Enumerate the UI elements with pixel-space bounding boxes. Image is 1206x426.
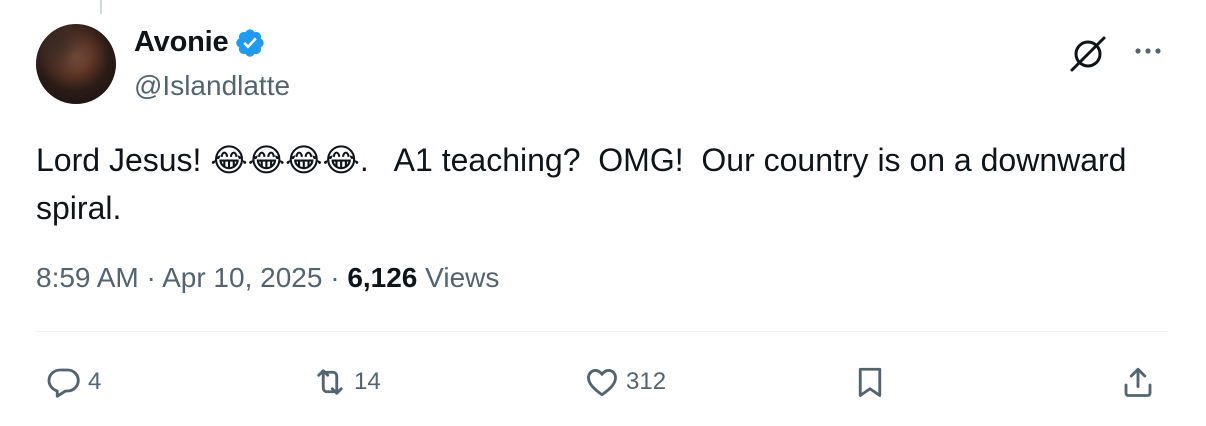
author-name-row: Avonie: [134, 26, 266, 59]
author-handle[interactable]: @Islandlatte: [134, 70, 290, 102]
reply-count: 4: [88, 368, 102, 395]
divider: [36, 331, 1168, 332]
thread-connector-line: [100, 0, 102, 14]
tweet-text: Lord Jesus! 😂😂😂😂. A1 teaching? OMG! Our …: [36, 142, 1136, 226]
tweet-meta: 8:59 AM · Apr 10, 2025 · 6,126 Views: [36, 262, 499, 294]
views-count[interactable]: 6,126: [347, 262, 417, 293]
reply-button[interactable]: 4: [46, 362, 101, 402]
verified-badge-icon: [236, 28, 265, 57]
repost-button[interactable]: 14: [312, 362, 381, 402]
meta-separator: ·: [322, 262, 348, 293]
more-icon[interactable]: [1128, 36, 1168, 66]
repost-count: 14: [354, 368, 381, 395]
like-button[interactable]: 312: [584, 362, 666, 402]
bookmark-icon: [858, 367, 882, 397]
avatar[interactable]: [36, 24, 116, 104]
bookmark-button[interactable]: [852, 362, 888, 402]
like-count: 312: [626, 368, 667, 395]
heart-icon: [587, 369, 617, 397]
share-icon: [1124, 367, 1152, 397]
meta-separator: ·: [138, 262, 163, 293]
reply-icon: [47, 368, 80, 398]
author-display-name[interactable]: Avonie: [134, 26, 229, 59]
tweet-date[interactable]: Apr 10, 2025: [162, 262, 322, 293]
tweet-time[interactable]: 8:59 AM: [36, 262, 139, 293]
views-label[interactable]: Views: [425, 262, 499, 293]
grok-icon[interactable]: [1066, 32, 1110, 76]
repost-icon: [317, 369, 343, 395]
share-button[interactable]: [1120, 362, 1156, 402]
